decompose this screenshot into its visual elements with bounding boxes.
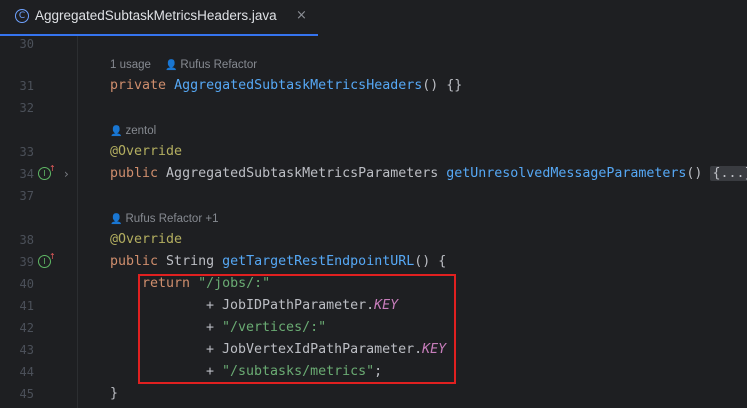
code-line: 37 bbox=[0, 185, 747, 207]
code-text[interactable]: @Override bbox=[110, 141, 182, 163]
code-vision-hint[interactable]: 👤 zentol bbox=[110, 120, 156, 142]
author-name[interactable]: zentol bbox=[125, 125, 156, 137]
code-text[interactable]: } bbox=[110, 383, 118, 405]
inlay-hint-row: 👤 Rufus Refactor +1 bbox=[0, 208, 747, 230]
code-line: 32 bbox=[0, 97, 747, 119]
tab-title: AggregatedSubtaskMetricsHeaders.java bbox=[35, 8, 277, 23]
line-number: 44 bbox=[19, 365, 34, 379]
arrow-up-icon: ↑ bbox=[49, 252, 56, 261]
line-number: 32 bbox=[19, 101, 34, 115]
line-number: 45 bbox=[19, 387, 34, 401]
author-name[interactable]: Rufus Refactor +1 bbox=[125, 213, 218, 225]
author-icon: 👤 bbox=[110, 126, 123, 137]
arrow-up-icon: ↑ bbox=[49, 164, 56, 173]
inlay-hint-row: 1 usage 👤 Rufus Refactor bbox=[0, 54, 747, 76]
line-number: 31 bbox=[19, 79, 34, 93]
folded-code-block[interactable]: {...} bbox=[710, 166, 747, 181]
line-number: 30 bbox=[19, 37, 34, 51]
line-number: 41 bbox=[19, 299, 34, 313]
code-line: 38 @Override bbox=[0, 229, 747, 251]
code-text[interactable]: public String getTargetRestEndpointURL()… bbox=[110, 251, 446, 273]
line-number: 33 bbox=[19, 145, 34, 159]
code-line: 45 } bbox=[0, 383, 747, 405]
author-icon: 👤 bbox=[164, 60, 178, 71]
code-line: 31 private AggregatedSubtaskMetricsHeade… bbox=[0, 75, 747, 97]
tab-aggregated-subtask-metrics-headers[interactable]: C AggregatedSubtaskMetricsHeaders.java × bbox=[0, 0, 318, 37]
author-icon: 👤 bbox=[110, 214, 123, 225]
code-text[interactable]: private AggregatedSubtaskMetricsHeaders(… bbox=[110, 75, 462, 97]
inlay-hint-row: 👤 zentol bbox=[0, 120, 747, 142]
annotation-highlight-box bbox=[138, 274, 456, 384]
code-line: 33 @Override bbox=[0, 141, 747, 163]
line-number: 39 bbox=[19, 255, 34, 269]
code-text[interactable]: @Override bbox=[110, 229, 182, 251]
author-name[interactable]: Rufus Refactor bbox=[180, 59, 257, 71]
code-editor[interactable]: 30 1 usage 👤 Rufus Refactor 31 private Agg… bbox=[0, 36, 747, 408]
code-text[interactable]: public AggregatedSubtaskMetricsParameter… bbox=[110, 163, 747, 185]
line-number: 42 bbox=[19, 321, 34, 335]
line-number: 43 bbox=[19, 343, 34, 357]
line-number: 40 bbox=[19, 277, 34, 291]
line-number: 37 bbox=[19, 189, 34, 203]
code-line: 30 bbox=[0, 36, 747, 55]
editor-tab-bar: C AggregatedSubtaskMetricsHeaders.java × bbox=[0, 0, 747, 37]
line-number: 34 bbox=[19, 167, 34, 181]
ide-window: C AggregatedSubtaskMetricsHeaders.java ×… bbox=[0, 0, 747, 408]
code-vision-hint[interactable]: 👤 Rufus Refactor +1 bbox=[110, 208, 218, 230]
line-number: 38 bbox=[19, 233, 34, 247]
usage-count[interactable]: 1 usage bbox=[110, 59, 151, 71]
chevron-right-icon[interactable]: › bbox=[64, 163, 69, 185]
code-vision-hint[interactable]: 1 usage 👤 Rufus Refactor bbox=[110, 54, 257, 76]
java-class-icon: C bbox=[15, 9, 29, 23]
code-line: 39 I ↑ public String getTargetRestEndpoi… bbox=[0, 251, 747, 273]
close-icon[interactable]: × bbox=[296, 8, 307, 23]
code-line: 34 I ↑ › public AggregatedSubtaskMetrics… bbox=[0, 163, 747, 185]
